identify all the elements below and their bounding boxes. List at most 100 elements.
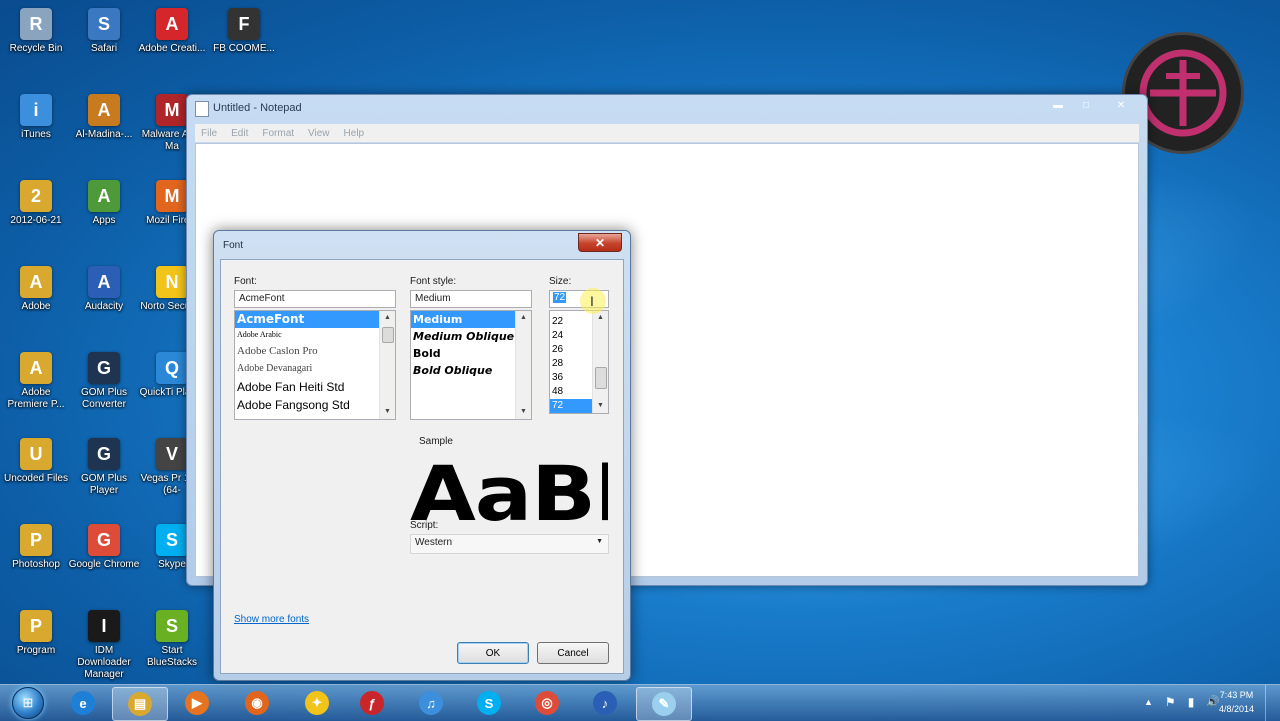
clock-date: 4/8/2014 [1218,704,1254,714]
maximize-button[interactable]: □ [1073,97,1099,113]
scroll-up-arrow-icon[interactable]: ▲ [516,311,531,325]
scroll-down-arrow-icon[interactable]: ▼ [593,399,608,413]
tray-arrow-icon[interactable]: ▲ [1144,695,1153,709]
apps-icon: A [88,180,120,212]
size-list-scrollbar[interactable]: ▲ ▼ [592,311,608,413]
desktop-icon-label: Adobe Creati... [138,43,206,54]
taskbar-button[interactable]: ▤ [112,687,168,721]
logo-icon [1139,49,1227,137]
desktop-icon[interactable]: A Audacity [68,266,140,313]
taskbar-button[interactable]: ♫ [404,687,458,719]
aim-icon: ✦ [305,691,329,715]
desktop-icon[interactable]: A Apps [68,180,140,227]
safari-icon: S [88,8,120,40]
vertical-scrollbar[interactable] [1126,148,1134,546]
dialog-close-button[interactable]: ✕ [578,233,622,252]
text-cursor-icon: I [590,293,594,309]
itunes-icon: i [20,94,52,126]
font-list-scrollbar[interactable]: ▲ ▼ [379,311,395,419]
taskbar-button[interactable]: ▶ [170,687,224,719]
desktop-icon[interactable]: P Photoshop [0,524,72,571]
font-list[interactable]: AcmeFont Adobe Arabic Adobe Caslon Pro A… [234,310,396,420]
desktop-icon[interactable]: I IDM Downloader Manager [68,610,140,681]
scroll-down-arrow-icon[interactable]: ▼ [380,405,395,419]
ok-button[interactable]: OK [457,642,529,664]
menu-help[interactable]: Help [344,128,365,139]
style-item-bold[interactable]: Bold [411,345,531,362]
desktop-icon[interactable]: i iTunes [0,94,72,141]
style-item-medium[interactable]: Medium [411,311,531,328]
taskbar-button[interactable]: e [56,687,110,719]
desktop-icon[interactable]: S Start BlueStacks [136,610,208,669]
close-button[interactable]: ✕ [1101,97,1141,113]
font-item-adobe-fangsong-std[interactable]: Adobe Fangsong Std [235,396,395,414]
font-style-list[interactable]: Medium Medium Oblique Bold Bold Oblique … [410,310,532,420]
font-item-adobe-fan-heiti-std[interactable]: Adobe Fan Heiti Std [235,378,395,396]
desktop-icon[interactable]: G GOM Plus Player [68,438,140,497]
gom-player-icon: G [88,438,120,470]
scroll-down-arrow-icon[interactable]: ▼ [516,405,531,419]
cancel-button[interactable]: Cancel [537,642,609,664]
font-item-adobe-arabic[interactable]: Adobe Arabic [235,328,395,342]
font-item-adobe-caslon-pro[interactable]: Adobe Caslon Pro [235,342,395,360]
desktop-icon[interactable]: P Program [0,610,72,657]
menu-edit[interactable]: Edit [231,128,248,139]
scroll-thumb[interactable] [382,327,394,343]
notepad-title: Untitled - Notepad [213,102,302,114]
show-more-fonts-link[interactable]: Show more fonts [234,614,309,625]
script-select[interactable]: Western ▼ [410,534,609,554]
dialog-title: Font [223,240,244,251]
show-desktop-button[interactable] [1265,685,1280,721]
font-label: Font: [234,276,257,287]
desktop-icon[interactable]: S Safari [68,8,140,55]
desktop-icon-label: Audacity [84,301,124,312]
taskbar-button[interactable]: ♪ [578,687,632,719]
desktop-icon[interactable]: F FB COOME... [208,8,280,55]
minimize-button[interactable]: ▬ [1045,97,1071,113]
desktop-icon[interactable]: A Adobe [0,266,72,313]
firefox-icon: M [156,180,188,212]
taskbar-button[interactable]: ◎ [520,687,574,719]
desktop-icon-label: GOM Plus Converter [80,387,128,410]
desktop-icon-label: Program [16,645,56,656]
scroll-up-arrow-icon[interactable]: ▲ [380,311,395,325]
desktop-icon[interactable]: A Al-Madina-... [68,94,140,141]
network-icon[interactable]: ▮ [1188,695,1195,709]
taskbar-button[interactable]: ✎ [636,687,692,721]
firefox-icon: ◉ [245,691,269,715]
taskbar-button[interactable]: ✦ [290,687,344,719]
desktop-icon[interactable]: A Adobe Premiere P... [0,352,72,411]
menu-format[interactable]: Format [262,128,294,139]
taskbar-button[interactable]: S [462,687,516,719]
clock[interactable]: 7:43 PM 4/8/2014 [1219,688,1254,716]
style-item-bold-oblique[interactable]: Bold Oblique [411,362,531,379]
desktop-icon[interactable]: A Adobe Creati... [136,8,208,55]
start-button[interactable]: ⊞ [4,685,52,721]
taskbar-button[interactable]: ƒ [345,687,399,719]
skype-icon: S [156,524,188,556]
volume-icon[interactable]: 🔊 [1206,695,1220,709]
desktop-icon[interactable]: G GOM Plus Converter [68,352,140,411]
desktop-icon[interactable]: G Google Chrome [68,524,140,571]
font-item-acmefont[interactable]: AcmeFont [235,311,395,328]
desktop-icon[interactable]: 2 2012-06-21 [0,180,72,227]
action-center-flag-icon[interactable]: ⚑ [1165,695,1176,709]
malwarebytes-icon: M [156,94,188,126]
menu-file[interactable]: File [201,128,217,139]
size-item-selected[interactable]: 72 [550,399,593,413]
menu-view[interactable]: View [308,128,330,139]
font-name-input[interactable]: AcmeFont [234,290,396,308]
desktop-icon-label: Recycle Bin [9,43,63,54]
window-controls: ▬ □ ✕ [1045,97,1141,113]
style-list-scrollbar[interactable]: ▲ ▼ [515,311,531,419]
desktop-icon-label: Apps [92,215,116,226]
taskbar-button[interactable]: ◉ [230,687,284,719]
size-list[interactable]: 22 24 26 28 36 48 72 ▲ ▼ [549,310,609,414]
scroll-thumb[interactable] [595,367,607,389]
font-style-input[interactable]: Medium [410,290,532,308]
flash-icon: ƒ [360,691,384,715]
style-item-medium-oblique[interactable]: Medium Oblique [411,328,531,345]
desktop-icon[interactable]: R Recycle Bin [0,8,72,55]
desktop-icon[interactable]: U Uncoded Files [0,438,72,485]
font-item-adobe-devanagari[interactable]: Adobe Devanagari [235,360,395,378]
